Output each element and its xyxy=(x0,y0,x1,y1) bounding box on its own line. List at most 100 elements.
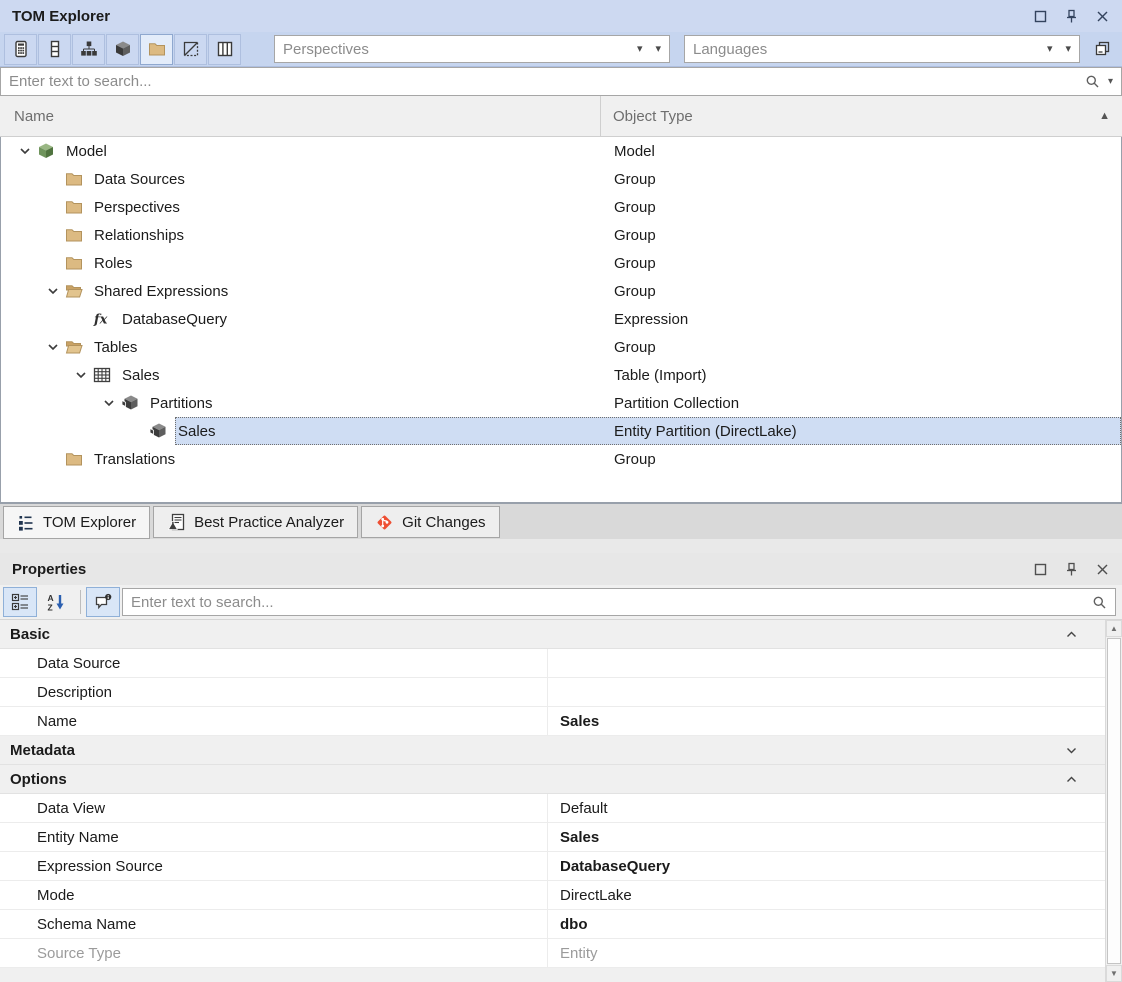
property-value[interactable]: dbo xyxy=(548,910,1105,938)
dock-tab-git-changes[interactable]: Git Changes xyxy=(361,506,499,538)
tree-row[interactable]: PartitionsPartition Collection xyxy=(1,389,1121,417)
tree-row[interactable]: RelationshipsGroup xyxy=(1,221,1121,249)
languages-dropdown[interactable]: Languages ▾ ▾ xyxy=(684,35,1080,63)
cube-icon xyxy=(114,40,132,58)
property-value[interactable] xyxy=(548,649,1105,677)
tree-row-selected-area[interactable]: SalesEntity Partition (DirectLake) xyxy=(175,417,1121,445)
property-row-expression-source[interactable]: Expression SourceDatabaseQuery xyxy=(0,852,1105,881)
search-icon[interactable] xyxy=(1085,74,1100,89)
tree-node-label: Roles xyxy=(92,255,603,272)
property-row-data-view[interactable]: Data ViewDefault xyxy=(0,794,1105,823)
folder-open-icon xyxy=(65,333,91,361)
tree-row[interactable]: fxDatabaseQueryExpression xyxy=(1,305,1121,333)
tree-row-area[interactable]: Data SourcesGroup xyxy=(91,165,1121,193)
tom-search-input[interactable] xyxy=(9,73,1085,90)
tree-row[interactable]: PerspectivesGroup xyxy=(1,193,1121,221)
caret-down-icon[interactable]: ▾ xyxy=(1065,44,1071,55)
property-row-description[interactable]: Description xyxy=(0,678,1105,707)
expander-chevron-down-icon[interactable] xyxy=(97,389,121,417)
show-object-columns-button[interactable] xyxy=(208,34,241,65)
dock-tab-best-practice-analyzer[interactable]: Best Practice Analyzer xyxy=(153,506,358,538)
expander-chevron-down-icon[interactable] xyxy=(41,277,65,305)
show-columns-button[interactable] xyxy=(38,34,71,65)
categorized-view-button[interactable] xyxy=(3,587,37,617)
tree-row-area[interactable]: ModelModel xyxy=(63,137,1121,165)
section-header-metadata[interactable]: Metadata xyxy=(0,736,1105,765)
property-value[interactable]: DirectLake xyxy=(548,881,1105,909)
pin-icon[interactable] xyxy=(1064,562,1079,577)
property-value[interactable]: Sales xyxy=(548,707,1105,735)
property-value[interactable]: DatabaseQuery xyxy=(548,852,1105,880)
window-position-button[interactable] xyxy=(1085,34,1118,65)
tree-row-area[interactable]: Shared ExpressionsGroup xyxy=(91,277,1121,305)
show-hidden-objects-button[interactable] xyxy=(174,34,207,65)
column-header-name[interactable]: Name xyxy=(0,96,601,136)
tree-row-area[interactable]: SalesTable (Import) xyxy=(119,361,1121,389)
tree-row[interactable]: SalesTable (Import) xyxy=(1,361,1121,389)
show-measures-button[interactable] xyxy=(4,34,37,65)
dock-tab-label: TOM Explorer xyxy=(43,514,136,531)
tree-row[interactable]: SalesEntity Partition (DirectLake) xyxy=(1,417,1121,445)
show-hierarchies-button[interactable] xyxy=(72,34,105,65)
search-icon[interactable] xyxy=(1092,595,1107,610)
section-collapse-chevron-icon[interactable] xyxy=(1064,772,1079,787)
property-row-data-source[interactable]: Data Source xyxy=(0,649,1105,678)
folder-icon xyxy=(65,221,91,249)
scroll-up-icon[interactable]: ▲ xyxy=(1106,620,1122,637)
properties-titlebar: Properties xyxy=(0,553,1122,585)
property-row-source-type[interactable]: Source TypeEntity xyxy=(0,939,1105,968)
maximize-icon[interactable] xyxy=(1033,9,1048,24)
property-value[interactable]: Sales xyxy=(548,823,1105,851)
scrollbar-thumb[interactable] xyxy=(1107,638,1121,964)
tree-row-area[interactable]: PerspectivesGroup xyxy=(91,193,1121,221)
maximize-icon[interactable] xyxy=(1033,562,1048,577)
section-collapse-chevron-icon[interactable] xyxy=(1064,627,1079,642)
tree-row-area[interactable]: RolesGroup xyxy=(91,249,1121,277)
alphabetical-sort-button[interactable]: AZ xyxy=(39,587,73,617)
dock-tab-tom-explorer[interactable]: TOM Explorer xyxy=(3,506,150,539)
sort-ascending-icon[interactable]: ▲ xyxy=(1099,111,1110,122)
show-partitions-button[interactable] xyxy=(106,34,139,65)
tree-row-area[interactable]: TranslationsGroup xyxy=(91,445,1121,473)
search-options-caret-icon[interactable]: ▾ xyxy=(1108,76,1113,87)
show-description-button[interactable] xyxy=(86,587,120,617)
pin-icon[interactable] xyxy=(1064,9,1079,24)
caret-down-icon[interactable]: ▾ xyxy=(655,44,661,55)
expander-chevron-down-icon[interactable] xyxy=(69,361,93,389)
folder-open-icon xyxy=(65,277,91,305)
expander-chevron-down-icon[interactable] xyxy=(13,137,37,165)
panel-splitter[interactable] xyxy=(0,539,1122,553)
caret-down-icon[interactable]: ▾ xyxy=(1047,44,1053,55)
tree-row[interactable]: TablesGroup xyxy=(1,333,1121,361)
column-header-object-type[interactable]: Object Type ▲ xyxy=(601,96,1122,136)
property-value[interactable]: Entity xyxy=(548,939,1105,967)
partition-icon xyxy=(149,417,175,445)
scroll-down-icon[interactable]: ▼ xyxy=(1106,965,1122,982)
property-row-schema-name[interactable]: Schema Namedbo xyxy=(0,910,1105,939)
expander-chevron-down-icon[interactable] xyxy=(41,333,65,361)
tree-row[interactable]: Shared ExpressionsGroup xyxy=(1,277,1121,305)
properties-search-input[interactable] xyxy=(131,594,1092,611)
properties-scrollbar[interactable]: ▲ ▼ xyxy=(1105,620,1122,982)
caret-down-icon[interactable]: ▾ xyxy=(637,44,643,55)
close-icon[interactable] xyxy=(1095,9,1110,24)
property-row-name[interactable]: NameSales xyxy=(0,707,1105,736)
section-header-basic[interactable]: Basic xyxy=(0,620,1105,649)
tree-row[interactable]: RolesGroup xyxy=(1,249,1121,277)
tree-row-area[interactable]: DatabaseQueryExpression xyxy=(119,305,1121,333)
property-row-entity-name[interactable]: Entity NameSales xyxy=(0,823,1105,852)
tree-row-area[interactable]: TablesGroup xyxy=(91,333,1121,361)
property-value[interactable]: Default xyxy=(548,794,1105,822)
property-value[interactable] xyxy=(548,678,1105,706)
section-header-options[interactable]: Options xyxy=(0,765,1105,794)
tree-row-area[interactable]: PartitionsPartition Collection xyxy=(147,389,1121,417)
perspectives-dropdown[interactable]: Perspectives ▾ ▾ xyxy=(274,35,670,63)
section-expand-chevron-icon[interactable] xyxy=(1064,743,1079,758)
tree-row[interactable]: ModelModel xyxy=(1,137,1121,165)
show-display-folders-button[interactable] xyxy=(140,34,173,65)
tree-row-area[interactable]: RelationshipsGroup xyxy=(91,221,1121,249)
property-row-mode[interactable]: ModeDirectLake xyxy=(0,881,1105,910)
tree-row[interactable]: TranslationsGroup xyxy=(1,445,1121,473)
close-icon[interactable] xyxy=(1095,562,1110,577)
tree-row[interactable]: Data SourcesGroup xyxy=(1,165,1121,193)
